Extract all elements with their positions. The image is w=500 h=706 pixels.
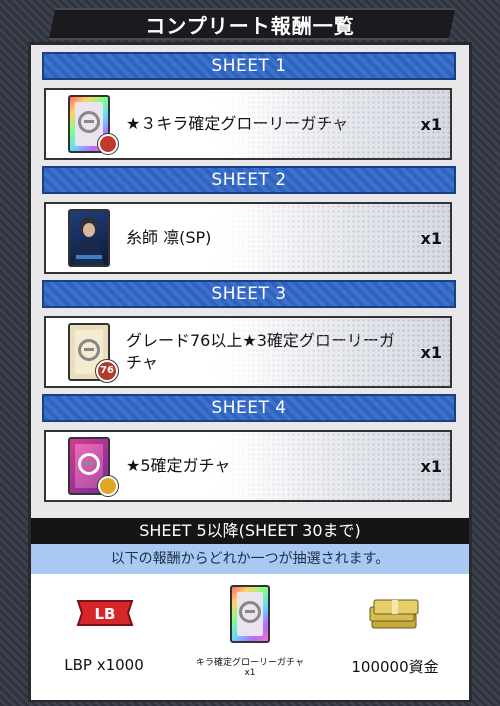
- sheet-1-reward-name: ★３キラ確定グローリーガチャ: [126, 114, 349, 133]
- sheet-4-reward-name: ★5確定ガチャ: [126, 456, 231, 475]
- grade-badge: 76: [96, 360, 118, 382]
- sheet-5-subtitle: 以下の報酬からどれか一つが抽選されます。: [31, 544, 469, 574]
- sheet-4-reward-qty: x1: [420, 456, 442, 476]
- money-reward-label: 100000資金: [351, 658, 439, 676]
- sheet-5-header: SHEET 5以降(SHEET 30まで): [31, 518, 469, 544]
- sheet-1-header: SHEET 1: [42, 52, 456, 80]
- sheet-2-reward-qty: x1: [420, 228, 442, 248]
- sheet-2-reward-name: 糸師 凛(SP): [126, 228, 212, 247]
- player-card-portrait-icon: [68, 209, 110, 267]
- sheet-2-header: SHEET 2: [42, 166, 456, 194]
- sheet-2-reward-row: 糸師 凛(SP) x1: [44, 202, 452, 274]
- sheet-4-reward-row: ★5確定ガチャ x1: [44, 430, 452, 502]
- glory-gacha-reward-label: キラ確定グローリーガチャ: [196, 658, 304, 668]
- sheet-3-reward-qty: x1: [420, 342, 442, 362]
- lb-point-icon: LB: [76, 597, 134, 629]
- sheet-4-header: SHEET 4: [42, 394, 456, 422]
- sheet-1-reward-qty: x1: [420, 114, 442, 134]
- lbp-reward-label: LBP x1000: [64, 656, 144, 674]
- lb-badge-text: LB: [95, 605, 116, 623]
- sheet-3-header: SHEET 3: [42, 280, 456, 308]
- glory-gacha-card-icon: [230, 585, 270, 643]
- page-title: コンプリート報酬一覧: [145, 14, 355, 38]
- money-stack-icon: [366, 594, 422, 634]
- sheet-1-reward-row: ★３キラ確定グローリーガチャ x1: [44, 88, 452, 160]
- glory-gacha-reward-qty: x1: [244, 668, 256, 678]
- red-ball-icon: [98, 134, 118, 154]
- sheet-3-reward-name: グレード76以上★3確定グローリーガチャ: [126, 331, 395, 372]
- gold-coin-icon: [98, 476, 118, 496]
- sheet-3-reward-row: 76 グレード76以上★3確定グローリーガチャ x1: [44, 316, 452, 388]
